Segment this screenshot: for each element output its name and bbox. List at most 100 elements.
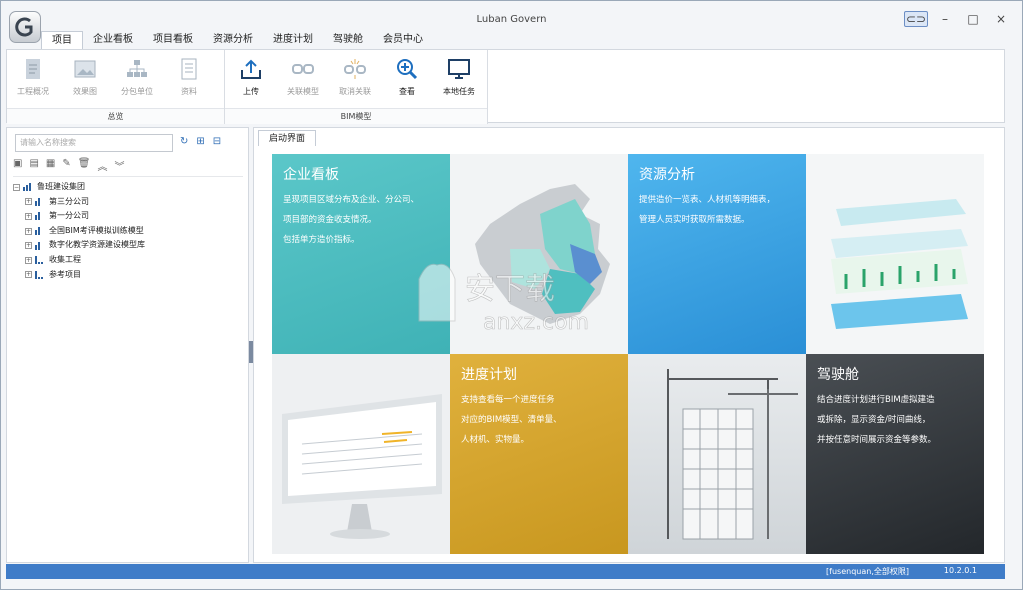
link-icon[interactable]: ⊂⊃	[904, 11, 928, 27]
tile-description: 呈现项目区域分布及企业、分公司、 项目部的资金收支情况。 包括单方造价指标。	[283, 195, 420, 245]
expand-icon[interactable]: +	[25, 212, 32, 220]
expand-icon[interactable]: +	[25, 242, 32, 250]
collapse-icon[interactable]: −	[13, 183, 20, 191]
maximize-button[interactable]: □	[962, 11, 984, 27]
monitor-icon	[446, 56, 472, 82]
rendering-label: 效果图	[73, 87, 97, 96]
tab-member-center[interactable]: 会员中心	[373, 31, 433, 49]
tree-node[interactable]: + 第三分公司	[13, 195, 243, 210]
tree-node-label: 参考项目	[49, 269, 81, 279]
search-input[interactable]: 请输入名称搜索	[15, 134, 173, 152]
svg-text:安下载: 安下载	[465, 272, 555, 307]
zoom-in-icon	[394, 56, 420, 82]
title-bar: Luban Govern ⊂⊃ – □ × 项目 企业看板 项目看板 资源分析 …	[1, 1, 1022, 49]
status-version: 10.2.0.1	[943, 566, 977, 575]
move-down-icon[interactable]: ︾	[114, 158, 124, 173]
branch-icon	[35, 227, 45, 236]
close-button[interactable]: ×	[990, 11, 1012, 27]
project-overview-label: 工程概况	[17, 87, 49, 96]
rendering-button[interactable]: 效果图	[59, 56, 111, 97]
image-icon	[72, 56, 98, 82]
materials-button[interactable]: 资料	[163, 56, 215, 97]
watermark: 安下载 anxz.com	[405, 251, 615, 341]
building-crane-icon	[667, 369, 798, 540]
edit-icon[interactable]: ✎	[62, 158, 70, 173]
tree-node[interactable]: + 第一分公司	[13, 209, 243, 224]
tree-node[interactable]: + 数字化教学资源建设模型库	[13, 238, 243, 253]
collapse-all-icon[interactable]: ⊟	[213, 136, 221, 147]
list-icon	[35, 256, 45, 265]
view-button[interactable]: 查看	[381, 56, 433, 97]
view-label: 查看	[399, 87, 415, 96]
add-folder-icon[interactable]: ▣	[13, 158, 22, 173]
local-task-button[interactable]: 本地任务	[433, 56, 485, 97]
tab-project-board[interactable]: 项目看板	[143, 31, 203, 49]
tree-node-label: 鲁班建设集团	[37, 182, 85, 191]
materials-label: 资料	[181, 87, 197, 96]
link-model-label: 关联模型	[287, 87, 319, 96]
branch-icon	[35, 212, 45, 221]
tree-node-label: 数字化教学资源建设模型库	[49, 240, 145, 250]
tile-description: 支持查看每一个进度任务 对应的BIM模型、清单量、 人材机、实物量。	[461, 395, 562, 445]
tree-node-label: 收集工程	[49, 254, 81, 264]
window-title: Luban Govern	[476, 14, 547, 25]
refresh-icon[interactable]: ↻	[180, 136, 188, 147]
tile-title: 资源分析	[639, 167, 695, 183]
tab-enterprise-board[interactable]: 企业看板	[83, 31, 143, 49]
add-item-icon[interactable]: ▤	[29, 158, 38, 173]
building-icon	[23, 183, 33, 192]
expand-icon[interactable]: +	[25, 271, 32, 279]
move-up-icon[interactable]: ︽	[97, 158, 107, 173]
app-window: Luban Govern ⊂⊃ – □ × 项目 企业看板 项目看板 资源分析 …	[0, 0, 1023, 590]
menu-tabs: 项目 企业看板 项目看板 资源分析 进度计划 驾驶舱 会员中心	[41, 31, 433, 49]
upload-label: 上传	[243, 87, 259, 96]
unlink-label: 取消关联	[339, 87, 371, 96]
tile-description: 结合进度计划进行BIM虚拟建造 或拆除，显示资金/时间曲线， 并按任意时间展示资金等…	[817, 395, 937, 445]
expand-icon[interactable]: +	[25, 256, 32, 264]
subcontractor-button[interactable]: 分包单位	[111, 56, 163, 97]
tab-cockpit[interactable]: 驾驶舱	[323, 31, 373, 49]
module-tiles: 企业看板 呈现项目区域分布及企业、分公司、 项目部的资金收支情况。 包括单方造价指标…	[272, 154, 984, 554]
dashboard-image	[806, 154, 984, 354]
tile-title: 企业看板	[283, 167, 339, 183]
branch-icon	[35, 197, 45, 206]
tree-node-root[interactable]: − 鲁班建设集团	[13, 180, 243, 195]
tile-description: 提供造价一览表、人材机等明细表， 管理人员实时获取所需数据。	[639, 195, 776, 225]
upload-icon	[238, 56, 264, 82]
tab-start-page[interactable]: 启动界面	[258, 130, 317, 146]
unlink-icon	[342, 56, 368, 82]
add-sub-icon[interactable]: ▦	[46, 158, 55, 173]
org-chart-icon	[124, 56, 150, 82]
desktop-monitor-icon	[282, 394, 442, 539]
layered-chart-icon	[831, 199, 968, 329]
file-icon	[176, 56, 202, 82]
tile-cockpit[interactable]: 驾驶舱 结合进度计划进行BIM虚拟建造 或拆除，显示资金/时间曲线， 并按任意时间展…	[806, 354, 984, 554]
tile-title: 驾驶舱	[817, 367, 859, 383]
subcontractor-label: 分包单位	[121, 87, 153, 96]
tree-node-label: 全国BIM考评模拟训练模型	[49, 225, 144, 235]
content-panel: 启动界面 企业看板 呈现项目区域分布及企业、分公司、 项目部的资金收支情况。 包括单…	[253, 127, 1005, 563]
tab-schedule[interactable]: 进度计划	[263, 31, 323, 49]
branch-icon	[35, 241, 45, 250]
tile-schedule[interactable]: 进度计划 支持查看每一个进度任务 对应的BIM模型、清单量、 人材机、实物量。	[450, 354, 628, 554]
status-bar: [fusenquan,全部权限] 10.2.0.1	[6, 564, 1005, 579]
minimize-button[interactable]: –	[934, 11, 956, 27]
tree-node[interactable]: + 全国BIM考评模拟训练模型	[13, 224, 243, 239]
ribbon: 工程概况 效果图 分包单位 资料 总览 上传 关联模型 取消关联 查看 本地任务…	[6, 49, 1005, 124]
delete-icon[interactable]: 🗑	[78, 158, 91, 173]
tile-title: 进度计划	[461, 367, 517, 383]
project-overview-button[interactable]: 工程概况	[7, 56, 59, 97]
tile-resource-analysis[interactable]: 资源分析 提供造价一览表、人材机等明细表， 管理人员实时获取所需数据。	[628, 154, 806, 354]
tree-node[interactable]: + 收集工程	[13, 253, 243, 268]
upload-button[interactable]: 上传	[225, 56, 277, 97]
tree-node-label: 第三分公司	[49, 196, 89, 206]
link-model-button[interactable]: 关联模型	[277, 56, 329, 97]
tab-resource-analysis[interactable]: 资源分析	[203, 31, 263, 49]
tree-node[interactable]: + 参考项目	[13, 268, 243, 283]
expand-icon[interactable]: +	[25, 227, 32, 235]
tab-project[interactable]: 项目	[41, 31, 83, 49]
document-icon	[20, 56, 46, 82]
unlink-button[interactable]: 取消关联	[329, 56, 381, 97]
expand-icon[interactable]: +	[25, 198, 32, 206]
expand-all-icon[interactable]: ⊞	[196, 136, 204, 147]
